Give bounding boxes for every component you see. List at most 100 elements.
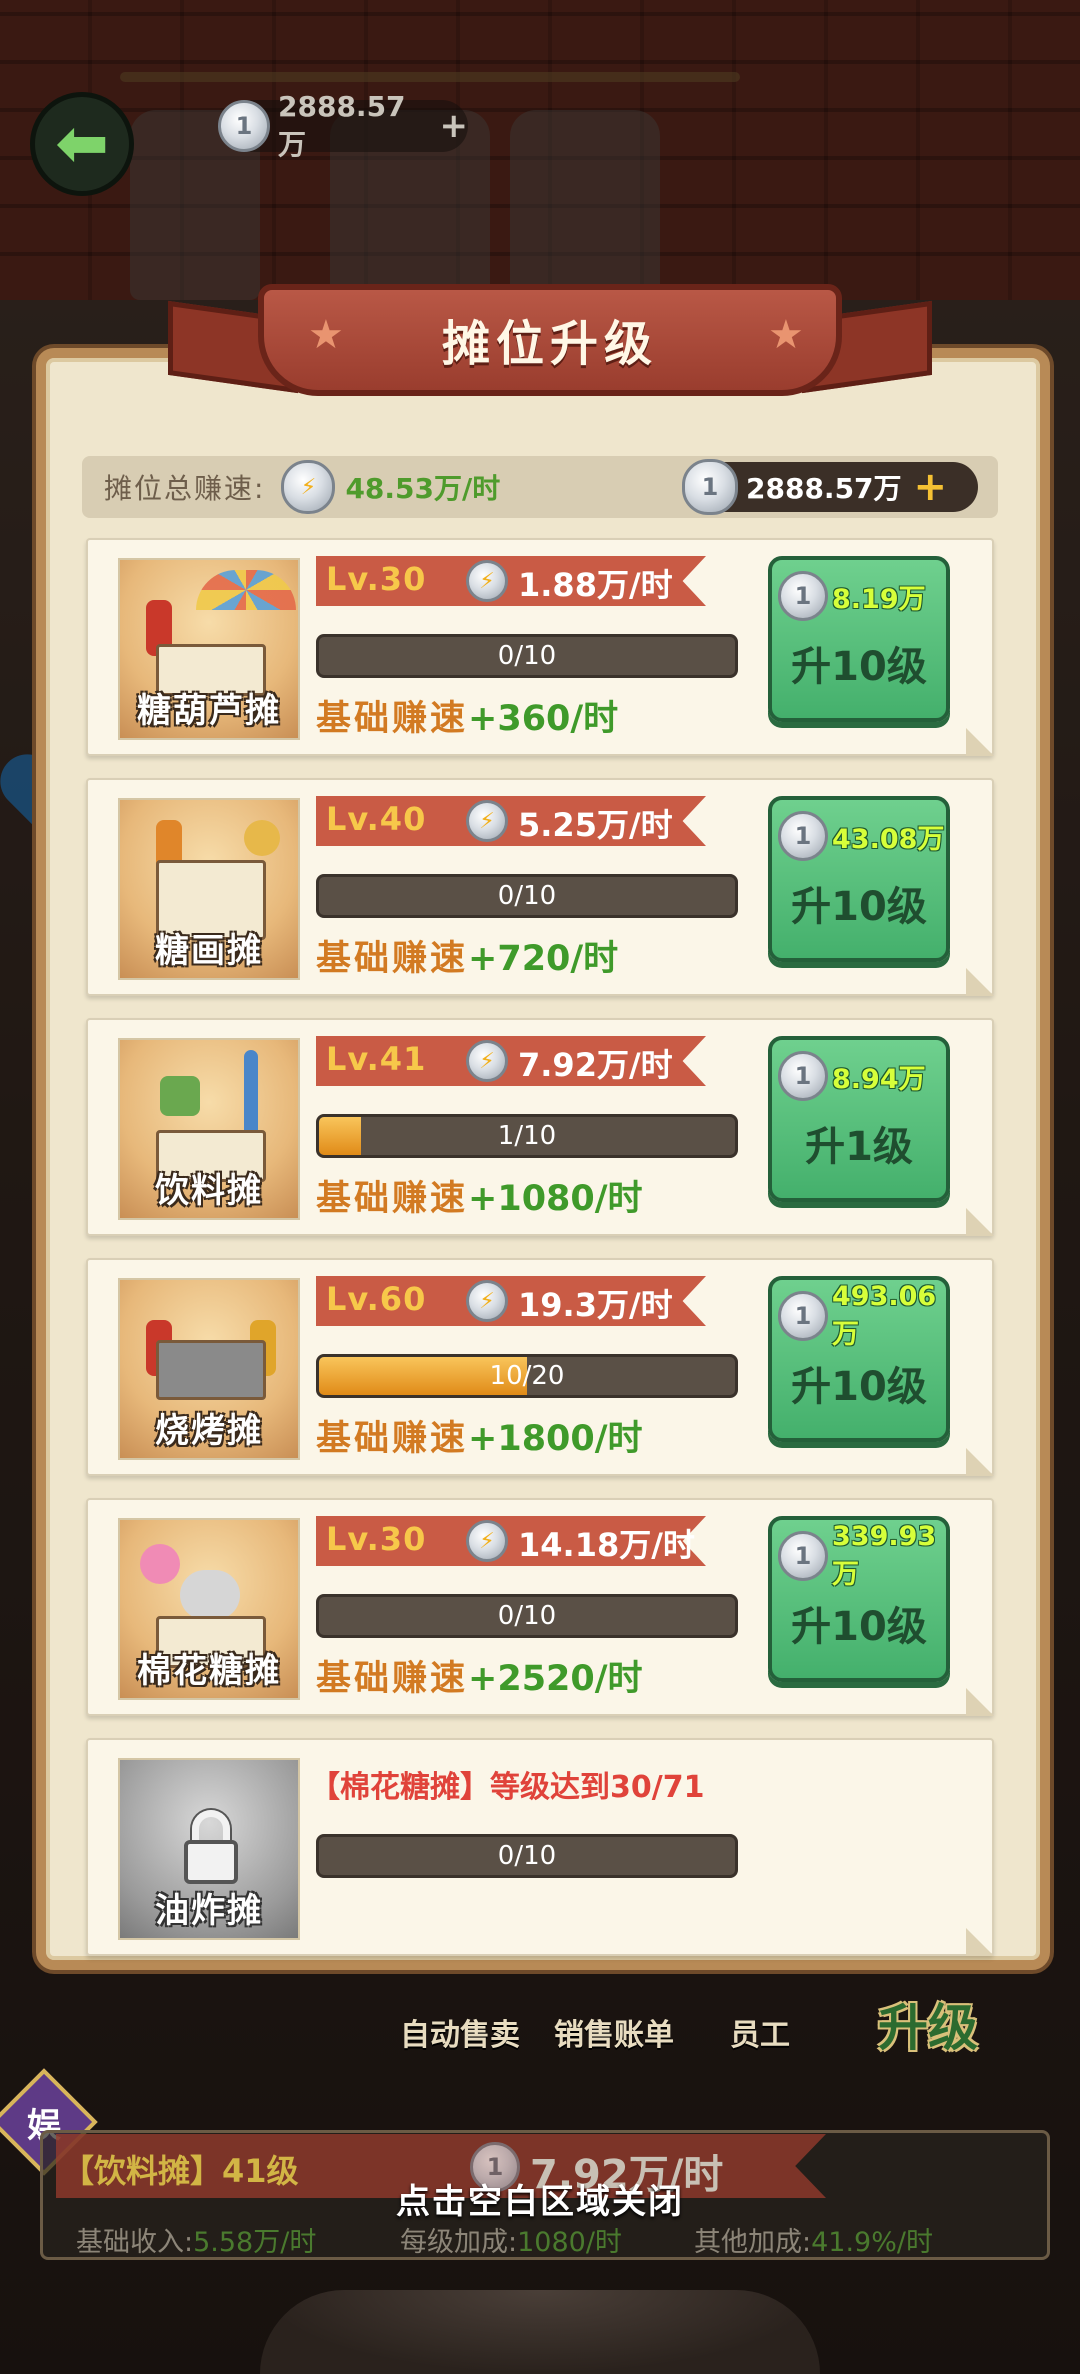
- other-bonus-label: 其他加成:: [694, 2227, 812, 2258]
- stall-card: 饮料摊 Lv.41 ⚡ 7.92万/时 1/10 基础赚速+1080/时 1 8…: [86, 1018, 994, 1236]
- base-rate: 基础赚速+360/时: [316, 690, 618, 741]
- progress-text: 1/10: [497, 1121, 557, 1151]
- speed-coin-icon: ⚡: [281, 460, 336, 514]
- stall-rate: 14.18万/时: [518, 1526, 695, 1564]
- stall-name: 糖葫芦摊: [137, 691, 281, 731]
- stall-level: Lv.41: [326, 1040, 427, 1078]
- stall-rate: 5.25万/时: [518, 806, 673, 844]
- base-rate-label: 基础赚速: [316, 1659, 469, 1699]
- auto-sell-label: 自动售卖: [400, 2018, 520, 2053]
- upgrade-price-value: 339.93万: [832, 1521, 937, 1590]
- close-hint: 点击空白区域关闭: [396, 2182, 684, 2222]
- base-rate: 基础赚速+720/时: [316, 930, 618, 981]
- top-coin-value: 2888.57万: [278, 89, 406, 161]
- stall-rate: 1.88万/时: [518, 566, 673, 604]
- paper-fold: [966, 968, 994, 996]
- panel-coin-value: 2888.57万: [746, 472, 902, 505]
- stall-image: 糖画摊: [118, 798, 300, 980]
- other-bonus-value: 41.9%/时: [811, 2227, 933, 2258]
- per-level-value: 1080/时: [517, 2227, 622, 2258]
- paper-fold: [966, 1208, 994, 1236]
- paper-fold: [966, 1688, 994, 1716]
- speed-coin-icon: ⚡: [466, 1520, 508, 1562]
- base-rate-value: +1800/时: [468, 1419, 643, 1459]
- coin-icon: 1: [778, 1531, 828, 1581]
- upgrade-button-label: 升10级: [791, 884, 927, 930]
- stall-image: 糖葫芦摊: [118, 558, 300, 740]
- stall-name: 烧烤摊: [155, 1411, 263, 1451]
- stall-image: 烧烤摊: [118, 1278, 300, 1460]
- base-rate: 基础赚速+1800/时: [316, 1410, 643, 1461]
- base-rate-label: 基础赚速: [316, 1419, 469, 1459]
- progress-text: 10/20: [489, 1361, 565, 1391]
- upgrade-button[interactable]: 1 493.06万 升10级: [768, 1276, 950, 1442]
- level-progress-bar: 0/10: [316, 634, 738, 678]
- panel-title: 摊位升级: [441, 316, 658, 372]
- per-level-bonus: 每级加成:1080/时: [400, 2220, 622, 2259]
- base-rate-label: 基础赚速: [316, 699, 469, 739]
- stall-level: Lv.40: [326, 800, 427, 838]
- stall-image: 油炸摊: [118, 1758, 300, 1940]
- upgrade-button-label: 升1级: [805, 1124, 913, 1170]
- stall-card: 烧烤摊 Lv.60 ⚡ 19.3万/时 10/20 基础赚速+1800/时 1 …: [86, 1258, 994, 1476]
- panel-coin-balance: 1 2888.57万 +: [682, 459, 978, 515]
- upgrade-button[interactable]: 1 43.08万 升10级: [768, 796, 950, 962]
- total-rate-label: 摊位总赚速:: [104, 472, 266, 505]
- progress-text: 0/10: [497, 1601, 557, 1631]
- upgrade-price-value: 8.94万: [832, 1063, 926, 1095]
- progress-text: 0/10: [497, 641, 557, 671]
- per-level-label: 每级加成:: [400, 2227, 518, 2258]
- back-arrow-icon: ⬅: [55, 107, 109, 181]
- base-rate-value: +720/时: [468, 939, 619, 979]
- stall-card: 糖画摊 Lv.40 ⚡ 5.25万/时 0/10 基础赚速+720/时 1 43…: [86, 778, 994, 996]
- upgrade-button[interactable]: 1 8.94万 升1级: [768, 1036, 950, 1202]
- upgrade-price: 1 493.06万: [778, 1281, 946, 1350]
- coin-icon: 1: [778, 571, 828, 621]
- base-rate-value: +2520/时: [468, 1659, 643, 1699]
- upgrade-price-value: 493.06万: [832, 1281, 937, 1350]
- paper-fold: [966, 728, 994, 756]
- add-coins-icon[interactable]: +: [914, 464, 948, 510]
- stall-name: 油炸摊: [155, 1891, 263, 1931]
- upgrade-price-value: 43.08万: [832, 823, 945, 855]
- stall-name: 糖画摊: [155, 931, 263, 971]
- upgrade-price: 1 8.19万: [778, 570, 926, 622]
- coin-icon: 1: [218, 100, 270, 152]
- upgrade-button-label: 升10级: [791, 644, 927, 690]
- back-button[interactable]: ⬅: [30, 92, 134, 196]
- base-rate-label: 基础赚速: [316, 939, 469, 979]
- coin-icon: 1: [778, 811, 828, 861]
- stall-card: 棉花糖摊 Lv.30 ⚡ 14.18万/时 0/10 基础赚速+2520/时 1…: [86, 1498, 994, 1716]
- stall-card: 糖葫芦摊 Lv.30 ⚡ 1.88万/时 0/10 基础赚速+360/时 1 8…: [86, 538, 994, 756]
- coin-icon: 1: [682, 459, 738, 515]
- stall-name: 棉花糖摊: [137, 1651, 281, 1691]
- sugar-painting-art: [244, 820, 280, 856]
- upgrade-button-label: 升10级: [791, 1364, 927, 1410]
- level-progress-bar: 0/10: [316, 1834, 738, 1878]
- base-income-label: 基础收入:: [76, 2227, 194, 2258]
- umbrella-art: [196, 570, 296, 610]
- lock-icon: [184, 1840, 238, 1884]
- total-rate-value: 48.53万/时: [345, 472, 501, 505]
- stall-rate: 7.92万/时: [518, 1046, 673, 1084]
- upgrade-button[interactable]: 1 339.93万 升10级: [768, 1516, 950, 1682]
- level-progress-bar: 0/10: [316, 874, 738, 918]
- upgrade-button-label: 升10级: [791, 1604, 927, 1650]
- top-coin-balance: 1 2888.57万 +: [218, 90, 469, 161]
- grill-art: [156, 1340, 266, 1400]
- level-progress-bar: 1/10: [316, 1114, 738, 1158]
- other-bonus: 其他加成:41.9%/时: [694, 2220, 933, 2259]
- base-rate-label: 基础赚速: [316, 1179, 469, 1219]
- add-coins-icon[interactable]: +: [440, 106, 469, 146]
- locked-stall-card: 油炸摊 【棉花糖摊】等级达到30/71 0/10: [86, 1738, 994, 1956]
- upgrade-button[interactable]: 1 8.19万 升10级: [768, 556, 950, 722]
- base-rate: 基础赚速+1080/时: [316, 1170, 643, 1221]
- stall-image: 棉花糖摊: [118, 1518, 300, 1700]
- speed-coin-icon: ⚡: [466, 560, 508, 602]
- upgrade-price-value: 8.19万: [832, 583, 926, 615]
- upgrade-price: 1 8.94万: [778, 1050, 926, 1102]
- upgrade-price: 1 339.93万: [778, 1521, 946, 1590]
- progress-text: 0/10: [497, 881, 557, 911]
- candy-machine-art: [180, 1570, 240, 1620]
- progress-text: 0/10: [497, 1841, 557, 1871]
